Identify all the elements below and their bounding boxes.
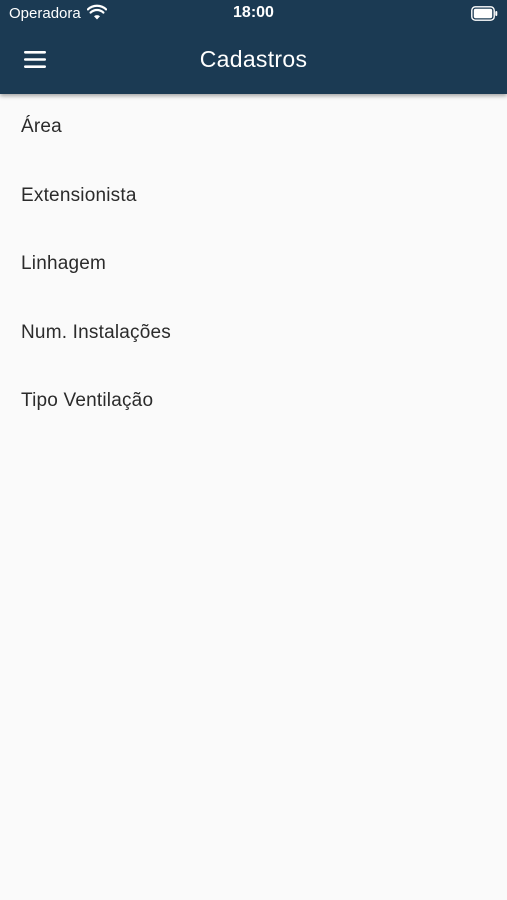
top-bar: Operadora 18:00 Cadastros <box>0 0 507 94</box>
registry-list: Área Extensionista Linhagem Num. Instala… <box>0 94 507 437</box>
battery-full-icon <box>471 6 498 21</box>
list-item-extensionista[interactable]: Extensionista <box>0 163 507 232</box>
app-bar: Cadastros <box>0 28 507 94</box>
list-item-label: Área <box>21 116 62 137</box>
list-item-label: Extensionista <box>21 184 137 206</box>
list-item-label: Linhagem <box>21 253 107 275</box>
list-item-area[interactable]: Área <box>0 94 507 163</box>
list-item-tipo-ventilacao[interactable]: Tipo Ventilação <box>0 368 507 437</box>
status-time: 18:00 <box>233 4 274 21</box>
page-title: Cadastros <box>199 46 308 72</box>
status-bar: Operadora 18:00 <box>0 0 507 28</box>
list-item-label: Num. Instalações <box>21 321 171 343</box>
list-item-num-instalacoes[interactable]: Num. Instalações <box>0 300 507 369</box>
list-item-label: Tipo Ventilação <box>21 390 154 412</box>
list-item-linhagem[interactable]: Linhagem <box>0 231 507 300</box>
